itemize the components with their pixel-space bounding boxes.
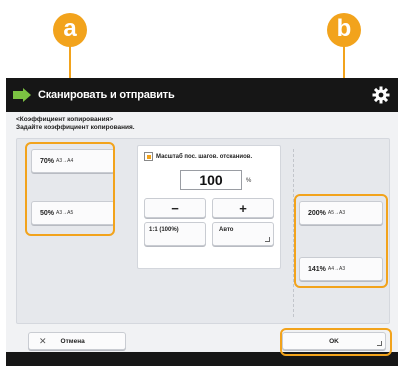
- manual-ratio-group: Масштаб пос. шагов. отсканиов. 100 % − +…: [137, 145, 281, 269]
- ratio-1to1-button[interactable]: 1:1 (100%): [144, 222, 206, 246]
- callout-ok-box: [280, 328, 392, 356]
- ratio-icon: [144, 152, 153, 161]
- screen-title: Сканировать и отправить: [38, 89, 175, 101]
- auto-ratio-button[interactable]: Авто: [212, 222, 274, 246]
- cancel-button[interactable]: ✕ Отмена: [28, 332, 126, 350]
- subtitle-line-2: Задайте коэффициент копирования.: [16, 124, 135, 131]
- callout-a-badge: a: [53, 13, 87, 47]
- manual-ratio-header: Масштаб пос. шагов. отсканиов.: [144, 152, 252, 161]
- subtitle: <Коэффициент копирования> Задайте коэффи…: [16, 116, 135, 132]
- auto-ratio-label: Авто: [219, 227, 234, 233]
- plus-icon: +: [239, 200, 247, 216]
- gear-icon[interactable]: [372, 86, 390, 104]
- scan-send-arrow-icon: [6, 78, 38, 112]
- increase-button[interactable]: +: [212, 198, 274, 218]
- callout-b-badge: b: [327, 13, 361, 47]
- ratio-value-field[interactable]: 100: [180, 170, 242, 190]
- ratio-unit: %: [246, 178, 252, 184]
- callout-b-box: [294, 194, 388, 288]
- cancel-label: Отмена: [60, 337, 85, 345]
- callout-a-box: [25, 142, 115, 236]
- title-bar: Сканировать и отправить: [6, 78, 398, 112]
- minus-icon: −: [171, 200, 179, 216]
- ratio-1to1-label: 1:1 (100%): [149, 227, 179, 233]
- subtitle-line-1: <Коэффициент копирования>: [16, 116, 114, 123]
- manual-ratio-label: Масштаб пос. шагов. отсканиов.: [156, 153, 253, 160]
- expand-corner-icon: [265, 237, 270, 242]
- close-icon: ✕: [39, 335, 47, 346]
- decrease-button[interactable]: −: [144, 198, 206, 218]
